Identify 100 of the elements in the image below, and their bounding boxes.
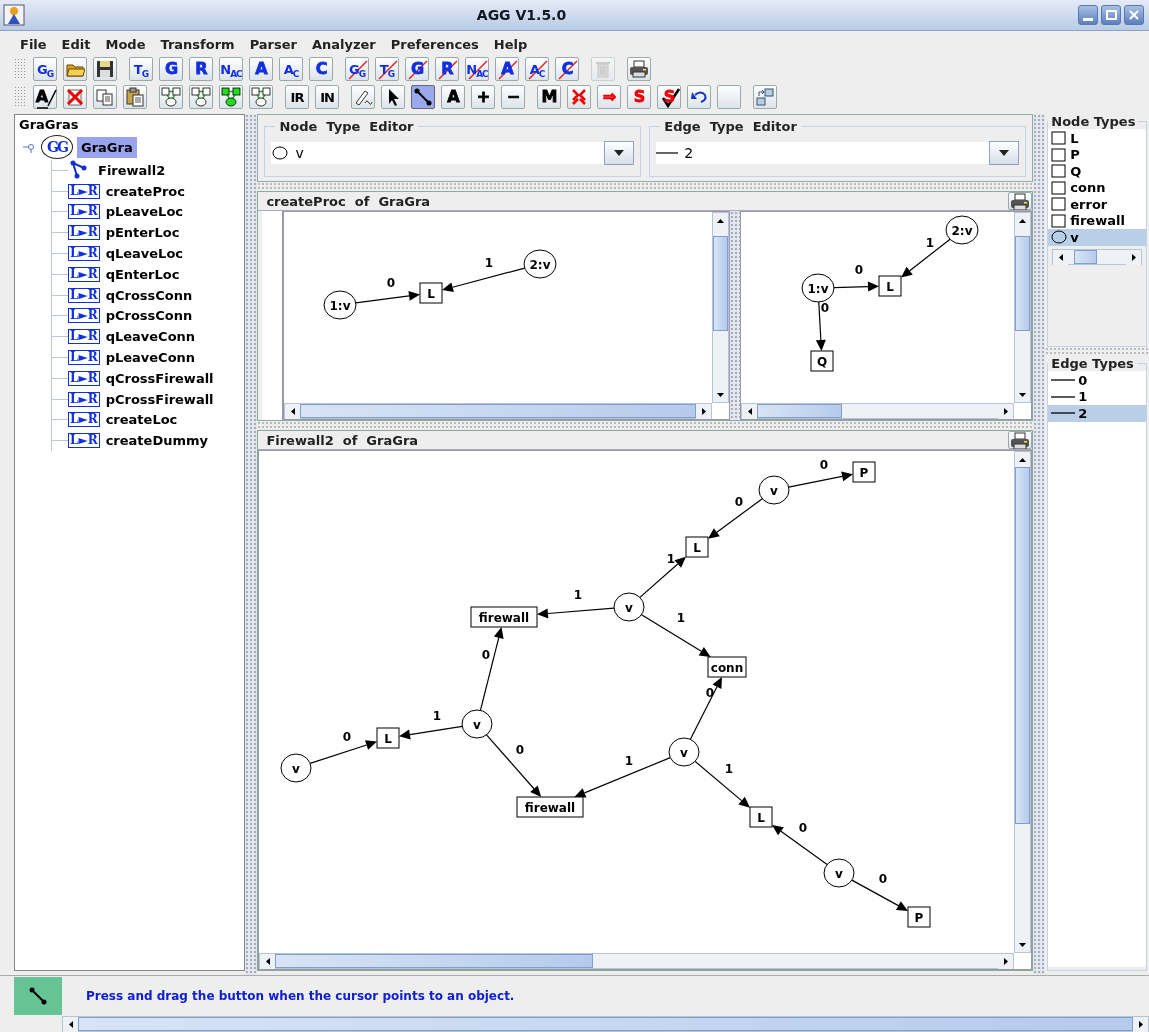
- edge-label: 1: [433, 709, 442, 723]
- tree-item[interactable]: pLeaveConn: [105, 350, 196, 366]
- graph-node: v: [758, 475, 790, 505]
- toolbar-button[interactable]: N$_{AC}$: [219, 57, 243, 81]
- toolbar-button[interactable]: +: [471, 85, 495, 109]
- menu-item[interactable]: Help: [493, 36, 528, 52]
- edge-arrow: [486, 734, 542, 797]
- menu-item[interactable]: Preferences: [390, 36, 479, 52]
- toolbar-button[interactable]: [123, 85, 147, 109]
- toolbar-button[interactable]: [411, 85, 435, 109]
- match-icon: [569, 87, 589, 107]
- horizontal-scrollbar[interactable]: [62, 1016, 1149, 1032]
- edge-arrow: [708, 498, 764, 539]
- tree-item[interactable]: createDummy: [105, 433, 208, 449]
- toolbar-button[interactable]: S: [627, 85, 651, 109]
- toolbar-button[interactable]: A: [33, 85, 57, 109]
- toolbar-button[interactable]: [627, 57, 651, 81]
- type-item[interactable]: conn: [1048, 179, 1146, 196]
- toolbar-button[interactable]: N$_{AC}$: [465, 57, 489, 81]
- toolbar-button[interactable]: G$_{G}$: [33, 57, 57, 81]
- toolbar-button[interactable]: T$_{G}$: [375, 57, 399, 81]
- horizontal-scrollbar[interactable]: [1052, 248, 1142, 265]
- arrow-up-icon: [717, 218, 725, 223]
- arrow-right-icon: [1003, 958, 1008, 965]
- horizontal-scrollbar[interactable]: [741, 403, 1015, 419]
- tree-item[interactable]: pCrossConn: [105, 308, 193, 324]
- type-dropdown[interactable]: v: [271, 142, 635, 164]
- graph-node: v: [461, 709, 493, 739]
- print-button[interactable]: [1008, 431, 1033, 449]
- tree-item[interactable]: qLeaveConn: [105, 329, 196, 345]
- toolbar-button[interactable]: A$_{C}$: [525, 57, 549, 81]
- edge-arrow: [816, 301, 827, 351]
- expand-handle-icon[interactable]: [23, 141, 35, 153]
- maximize-button[interactable]: [1101, 5, 1121, 25]
- edge-arrow: [309, 740, 378, 764]
- edge-label: 0: [387, 276, 396, 290]
- type-item[interactable]: v: [1048, 229, 1146, 246]
- type-item[interactable]: 0: [1048, 372, 1146, 389]
- toolbar-button[interactable]: IN: [315, 85, 339, 109]
- toolbar-button[interactable]: IR: [285, 85, 309, 109]
- menu-item[interactable]: File: [20, 36, 47, 52]
- tree-item[interactable]: qCrossFirewall: [105, 370, 214, 386]
- toolbar-button[interactable]: [687, 85, 711, 109]
- menu-item[interactable]: Parser: [249, 36, 297, 52]
- toolbar-button[interactable]: [93, 57, 117, 81]
- tree-item[interactable]: Firewall2: [98, 162, 166, 178]
- graph-node: 2:v: [945, 215, 979, 245]
- menu-item[interactable]: Mode: [105, 36, 146, 52]
- toolbar-button[interactable]: G$_{G}$: [345, 57, 369, 81]
- tree-item[interactable]: qCrossConn: [105, 287, 193, 303]
- vertical-scrollbar[interactable]: [1014, 212, 1032, 403]
- type-item[interactable]: 1: [1048, 388, 1146, 405]
- tree-item[interactable]: qEnterLoc: [105, 266, 180, 282]
- vertical-scrollbar[interactable]: [1014, 451, 1032, 953]
- tree-item[interactable]: pEnterLoc: [105, 225, 180, 241]
- tree-item[interactable]: createLoc: [105, 412, 178, 428]
- toolbar-button[interactable]: M: [537, 85, 561, 109]
- graph-node: P: [907, 906, 931, 928]
- arrow-down-icon: [1019, 942, 1027, 947]
- layout-icon: [755, 87, 775, 107]
- toolbar-button[interactable]: C: [309, 57, 333, 81]
- edge-arrow: [788, 471, 854, 488]
- menu-item[interactable]: Transform: [160, 36, 235, 52]
- type-item[interactable]: L: [1048, 130, 1146, 147]
- close-button[interactable]: [1124, 5, 1144, 25]
- tree-item[interactable]: qLeaveLoc: [105, 246, 184, 262]
- toolbar-button[interactable]: [351, 85, 375, 109]
- type-item[interactable]: firewall: [1048, 212, 1146, 229]
- tree-item[interactable]: pCrossFirewall: [105, 391, 214, 407]
- tree-item[interactable]: createProc: [105, 183, 185, 199]
- arrow-right-icon: [1131, 253, 1136, 261]
- type-item[interactable]: Q: [1048, 163, 1146, 180]
- tree-item[interactable]: GraGra: [77, 136, 137, 158]
- toolbar-button[interactable]: −: [501, 85, 525, 109]
- toolbar-button[interactable]: A$_{C}$: [279, 57, 303, 81]
- menu-item[interactable]: Edit: [61, 36, 91, 52]
- type-item[interactable]: error: [1048, 196, 1146, 213]
- vertical-scrollbar[interactable]: [712, 212, 730, 403]
- edge-label: 0: [879, 872, 888, 886]
- toolbar-button[interactable]: A: [441, 85, 465, 109]
- toolbar-button[interactable]: T$_{G}$: [129, 57, 153, 81]
- type-item[interactable]: P: [1048, 146, 1146, 163]
- toolbar-button[interactable]: G: [159, 57, 183, 81]
- toolbar-button[interactable]: [381, 85, 405, 109]
- tree-item[interactable]: pLeaveLoc: [105, 204, 184, 220]
- toolbar-button[interactable]: A: [249, 57, 273, 81]
- horizontal-scrollbar[interactable]: [259, 953, 1015, 969]
- type-dropdown[interactable]: 2: [656, 142, 1020, 164]
- minimize-button[interactable]: [1078, 5, 1098, 25]
- print-button[interactable]: [1008, 192, 1033, 210]
- edge-label: 0: [706, 686, 715, 700]
- horizontal-scrollbar[interactable]: [284, 403, 713, 419]
- delete-icon: [65, 87, 85, 107]
- line-icon: [1051, 410, 1076, 417]
- toolbar-button[interactable]: S: [657, 85, 681, 109]
- toolbar-button[interactable]: R: [189, 57, 213, 81]
- type-item[interactable]: 2: [1048, 405, 1146, 422]
- toolbar-button[interactable]: ⇒: [597, 85, 621, 109]
- edge-arrow: [355, 290, 421, 304]
- menu-item[interactable]: Analyzer: [311, 36, 376, 52]
